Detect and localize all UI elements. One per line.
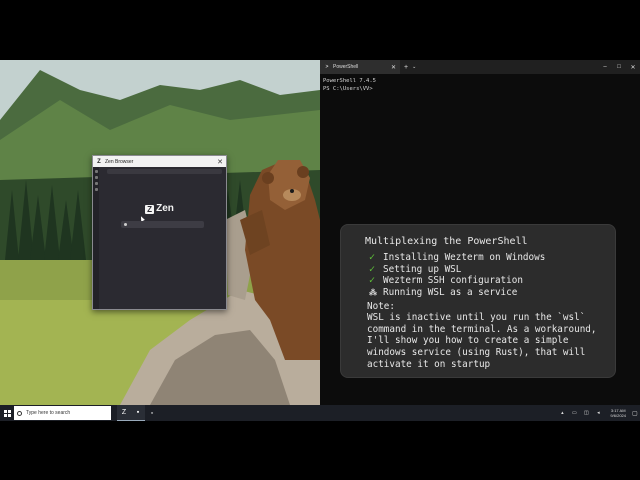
tab-close-button[interactable]: ✕: [391, 64, 396, 71]
sidebar-icon[interactable]: [94, 182, 98, 185]
profile-dropdown-button[interactable]: ⌄: [412, 64, 416, 70]
taskbar: Type here to search Z ▪ ▫ ▴ ▭ ◫ ◂ 3:17 A…: [0, 405, 640, 421]
checklist-item: ⁂ Running WSL as a service: [369, 287, 545, 299]
network-icon[interactable]: ◫: [582, 409, 590, 417]
zen-browser-window[interactable]: Z Zen Browser ✕ Z Zen: [92, 155, 227, 310]
window-controls: – □ ✕: [598, 64, 640, 71]
checklist-item-label: Wezterm SSH configuration: [383, 275, 523, 287]
start-button[interactable]: [0, 405, 14, 421]
sidebar-icon[interactable]: [94, 170, 98, 173]
zen-search-input[interactable]: [121, 221, 204, 228]
zen-titlebar[interactable]: Z Zen Browser ✕: [93, 156, 226, 167]
zen-logo: Z Zen: [93, 203, 226, 214]
taskbar-search-input[interactable]: Type here to search: [14, 406, 111, 420]
notification-icon[interactable]: ▢: [632, 410, 640, 417]
monitor-icon[interactable]: ▭: [570, 409, 578, 417]
info-overlay-card: Multiplexing the PowerShell ✓ Installing…: [340, 224, 616, 378]
system-tray: ▴ ▭ ◫ ◂ 3:17 AM 9/6/2024 ▢: [556, 408, 640, 418]
checklist-item-label: Setting up WSL: [383, 263, 462, 275]
windows-logo-icon: [3, 409, 11, 417]
in-progress-icon: ⁂: [369, 288, 377, 298]
sidebar-icon[interactable]: [94, 176, 98, 179]
new-tab-button[interactable]: +: [404, 64, 408, 71]
checklist-item: ✓ Wezterm SSH configuration: [369, 275, 545, 287]
checklist-item-label: Installing Wezterm on Windows: [383, 252, 546, 263]
zen-window-title: Zen Browser: [105, 158, 134, 165]
zen-content: Z Zen: [93, 167, 226, 309]
terminal-prompt: PS C:\Users\VV>: [323, 86, 373, 92]
zen-sidebar: [93, 167, 99, 309]
note-label: Note:: [367, 301, 395, 312]
card-title: Multiplexing the PowerShell: [365, 236, 528, 247]
tab-title: PowerShell: [333, 64, 359, 70]
taskbar-apps: Z ▪ ▫: [117, 405, 159, 421]
checklist-item-label: Running WSL as a service: [383, 287, 518, 299]
tab-powershell[interactable]: > PowerShell ✕: [320, 60, 400, 74]
volume-icon[interactable]: ◂: [594, 409, 602, 417]
search-engine-icon: [124, 223, 127, 226]
zen-browser-taskbar-icon[interactable]: Z: [117, 405, 131, 421]
terminal-taskbar-icon[interactable]: ▪: [131, 405, 145, 421]
check-icon: ✓: [369, 263, 376, 275]
zen-close-button[interactable]: ✕: [217, 158, 223, 166]
check-icon: ✓: [369, 275, 376, 287]
zen-logo-text: Zen: [156, 203, 174, 214]
search-icon: [17, 410, 22, 416]
zen-app-icon: Z: [97, 158, 101, 165]
letterbox-top: [0, 0, 640, 60]
powershell-icon: >: [325, 64, 329, 70]
checklist-item: ✓ Installing Wezterm on Windows: [369, 252, 545, 264]
tray-overflow-icon[interactable]: ▴: [558, 409, 566, 417]
terminal-line: PowerShell 7.4.5: [323, 78, 376, 84]
terminal-tabbar: > PowerShell ✕ + ⌄ – □ ✕: [320, 60, 640, 74]
minimize-button[interactable]: –: [598, 64, 612, 71]
checklist: ✓ Installing Wezterm on Windows ✓ Settin…: [369, 252, 545, 299]
sidebar-icon[interactable]: [94, 188, 98, 191]
terminal-output[interactable]: PowerShell 7.4.5 PS C:\Users\VV>: [320, 74, 640, 96]
check-icon: ✓: [369, 252, 376, 263]
clock-date: 9/6/2024: [610, 413, 626, 418]
checklist-item: ✓ Setting up WSL: [369, 264, 545, 276]
app-taskbar-icon[interactable]: ▫: [145, 405, 159, 421]
close-button[interactable]: ✕: [626, 64, 640, 71]
zen-logo-icon: Z: [145, 205, 155, 214]
letterbox-bottom: [0, 421, 640, 480]
maximize-button[interactable]: □: [612, 64, 626, 71]
zen-url-bar[interactable]: [107, 169, 222, 174]
search-placeholder: Type here to search: [26, 410, 71, 416]
note-text: WSL is inactive until you run the `wsl` …: [367, 312, 597, 370]
taskbar-clock[interactable]: 3:17 AM 9/6/2024: [610, 408, 626, 418]
